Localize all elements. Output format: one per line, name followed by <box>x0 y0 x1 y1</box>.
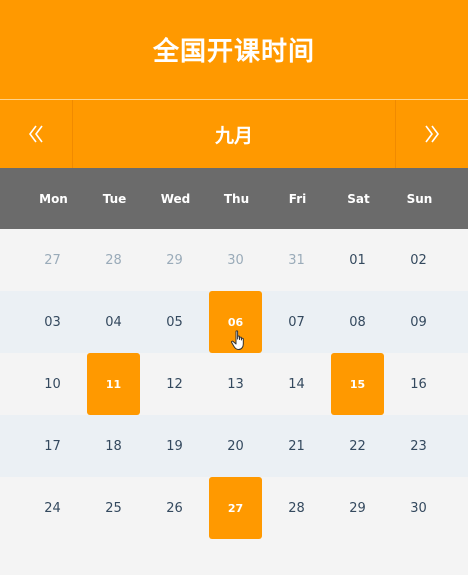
day-number: 14 <box>288 376 305 392</box>
day-number: 05 <box>166 314 183 330</box>
day-number: 21 <box>288 438 305 454</box>
week-row: 10 11 12 13 14 15 16 <box>0 353 468 415</box>
day-number: 25 <box>105 500 122 516</box>
weekday-thu: Thu <box>223 191 250 206</box>
day-cell[interactable]: 30 <box>388 477 449 539</box>
day-number: 18 <box>105 438 122 454</box>
day-number: 29 <box>166 252 183 268</box>
day-number: 08 <box>349 314 366 330</box>
day-number: 30 <box>410 500 427 516</box>
day-cell-highlighted[interactable]: 15 <box>327 353 388 415</box>
next-month-button[interactable] <box>395 100 468 168</box>
day-number: 15 <box>349 377 366 391</box>
week-row: 17 18 19 20 21 22 23 <box>0 415 468 477</box>
day-cell[interactable]: 29 <box>144 229 205 291</box>
day-number: 17 <box>44 438 61 454</box>
day-cell[interactable]: 05 <box>144 291 205 353</box>
day-cell[interactable]: 25 <box>83 477 144 539</box>
calendar-grid: 27 28 29 30 31 01 02 03 04 05 06 07 08 09 10 11 12 13 14 15… <box>0 229 468 539</box>
day-cell[interactable]: 20 <box>205 415 266 477</box>
day-number: 11 <box>105 377 122 391</box>
day-number: 27 <box>44 252 61 268</box>
day-number: 20 <box>227 438 244 454</box>
day-cell[interactable]: 28 <box>83 229 144 291</box>
day-cell[interactable]: 18 <box>83 415 144 477</box>
day-cell[interactable]: 24 <box>22 477 83 539</box>
weekday-sun: Sun <box>406 191 433 206</box>
day-number: 06 <box>227 315 244 329</box>
day-number: 22 <box>349 438 366 454</box>
day-cell[interactable]: 13 <box>205 353 266 415</box>
day-number: 02 <box>410 252 427 268</box>
day-cell[interactable]: 19 <box>144 415 205 477</box>
weekday-mon: Mon <box>39 191 68 206</box>
month-label: 九月 <box>214 124 253 147</box>
weekday-fri: Fri <box>288 191 307 206</box>
day-cell[interactable]: 14 <box>266 353 327 415</box>
day-number: 13 <box>227 376 244 392</box>
day-number: 23 <box>410 438 427 454</box>
week-row: 24 25 26 27 28 29 30 <box>0 477 468 539</box>
day-number: 29 <box>349 500 366 516</box>
day-number: 01 <box>349 252 366 268</box>
day-number: 03 <box>44 314 61 330</box>
week-row: 27 28 29 30 31 01 02 <box>0 229 468 291</box>
chevron-double-right-icon <box>425 125 439 143</box>
day-cell[interactable]: 10 <box>22 353 83 415</box>
day-cell[interactable]: 22 <box>327 415 388 477</box>
chevron-double-left-icon <box>29 125 43 143</box>
day-number: 12 <box>166 376 183 392</box>
day-cell[interactable]: 08 <box>327 291 388 353</box>
day-number: 09 <box>410 314 427 330</box>
day-number: 27 <box>227 501 244 515</box>
day-cell[interactable]: 29 <box>327 477 388 539</box>
weekday-sat: Sat <box>347 191 370 206</box>
day-cell[interactable]: 23 <box>388 415 449 477</box>
day-number: 16 <box>410 376 427 392</box>
day-cell[interactable]: 27 <box>22 229 83 291</box>
day-cell[interactable]: 26 <box>144 477 205 539</box>
day-cell-highlighted[interactable]: 27 <box>205 477 266 539</box>
weekday-tue: Tue <box>102 191 127 206</box>
day-cell[interactable]: 30 <box>205 229 266 291</box>
previous-month-button[interactable] <box>0 100 73 168</box>
day-cell[interactable]: 07 <box>266 291 327 353</box>
day-cell[interactable]: 12 <box>144 353 205 415</box>
day-number: 28 <box>105 252 122 268</box>
day-number: 26 <box>166 500 183 516</box>
day-cell[interactable]: 31 <box>266 229 327 291</box>
day-cell[interactable]: 21 <box>266 415 327 477</box>
weekday-wed: Wed <box>160 191 191 206</box>
day-number: 04 <box>105 314 122 330</box>
day-number: 07 <box>288 314 305 330</box>
page-header: 全国开课时间 <box>0 0 468 99</box>
page-title: 全国开课时间 <box>152 37 315 67</box>
day-cell[interactable]: 28 <box>266 477 327 539</box>
day-number: 24 <box>44 500 61 516</box>
day-number: 31 <box>288 252 305 268</box>
weekday-header: Mon Tue Wed Thu Fri Sat Sun <box>0 168 468 229</box>
day-cell-highlighted[interactable]: 11 <box>83 353 144 415</box>
hand-pointer-icon <box>230 330 244 350</box>
month-navigation: 九月 <box>0 100 468 168</box>
day-cell[interactable]: 09 <box>388 291 449 353</box>
day-number: 30 <box>227 252 244 268</box>
day-cell[interactable]: 16 <box>388 353 449 415</box>
day-cell[interactable]: 17 <box>22 415 83 477</box>
day-cell[interactable]: 02 <box>388 229 449 291</box>
day-number: 28 <box>288 500 305 516</box>
day-cell[interactable]: 04 <box>83 291 144 353</box>
day-cell[interactable]: 03 <box>22 291 83 353</box>
day-cell[interactable]: 01 <box>327 229 388 291</box>
day-number: 10 <box>44 376 61 392</box>
day-number: 19 <box>166 438 183 454</box>
